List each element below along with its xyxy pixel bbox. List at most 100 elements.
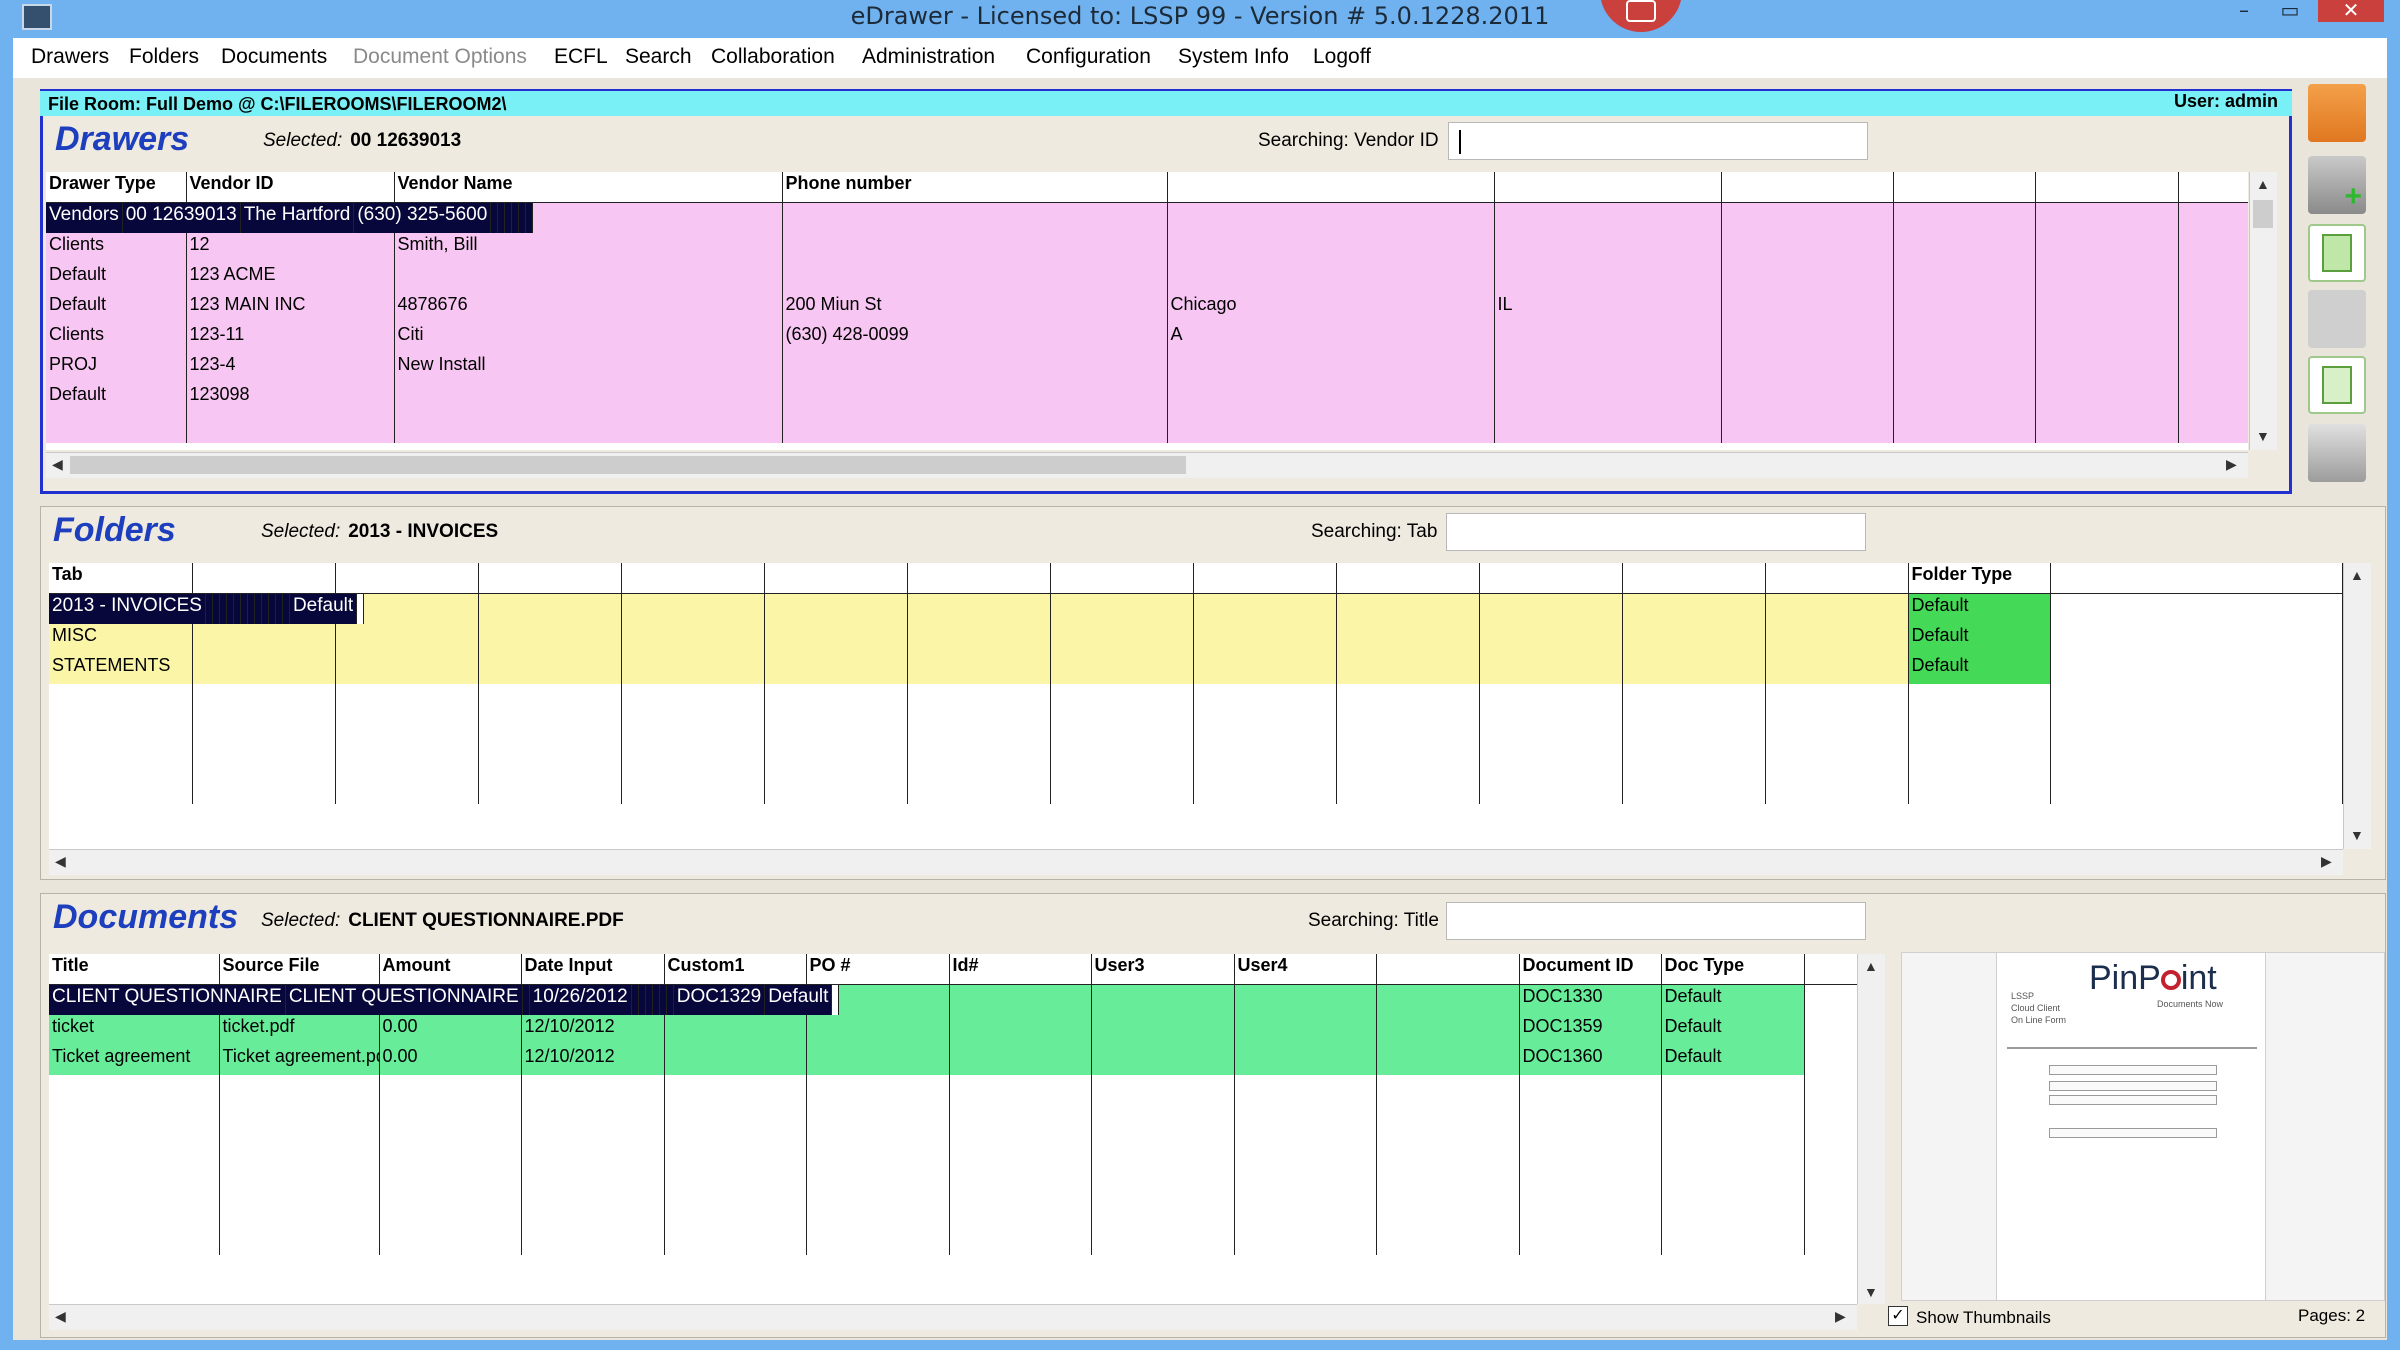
documents-row[interactable]: Ticket agreement Ticket agreement.pdf 0.00… bbox=[49, 1044, 1857, 1075]
folders-search-input[interactable] bbox=[1446, 513, 1866, 551]
folders-col-tab[interactable]: Tab bbox=[49, 563, 193, 594]
menu-drawers[interactable]: Drawers bbox=[31, 45, 109, 69]
folders-col[interactable] bbox=[1765, 563, 1909, 594]
documents-col-user4[interactable]: User4 bbox=[1234, 954, 1377, 985]
folders-col[interactable] bbox=[478, 563, 622, 594]
documents-vscroll[interactable]: ▲ ▼ bbox=[1857, 954, 1885, 1304]
drawers-row[interactable]: Default 123 MAIN INC 4878676 200 Miun St Chi… bbox=[46, 292, 2248, 323]
documents-search-input[interactable] bbox=[1446, 902, 1866, 940]
folders-col[interactable] bbox=[1336, 563, 1481, 594]
add-drawer-icon[interactable]: + bbox=[2308, 156, 2366, 214]
drawers-grid[interactable]: Drawer Type Vendor ID Vendor Name Phone … bbox=[46, 172, 2248, 450]
menu-folders[interactable]: Folders bbox=[129, 45, 199, 69]
folders-row[interactable]: MISC Default bbox=[49, 623, 2343, 654]
drawers-col-9[interactable] bbox=[2035, 172, 2179, 203]
folders-col[interactable] bbox=[1622, 563, 1767, 594]
drawers-col-10[interactable] bbox=[2178, 172, 2248, 203]
drawers-row[interactable]: Clients 12 Smith, Bill bbox=[46, 232, 2248, 263]
drawers-col-phone[interactable]: Phone number bbox=[782, 172, 1168, 203]
close-button[interactable]: ✕ bbox=[2318, 0, 2384, 22]
menu-configuration[interactable]: Configuration bbox=[1026, 45, 1151, 69]
folders-grid[interactable]: Tab Folder Type 2013 - INVOICESDefaultIN… bbox=[49, 563, 2343, 849]
documents-col-document-id[interactable]: Document ID bbox=[1519, 954, 1662, 985]
scroll-down-icon[interactable]: ▼ bbox=[2350, 827, 2364, 843]
minimize-button[interactable]: – bbox=[2232, 0, 2256, 22]
scroll-right-icon[interactable]: ▶ bbox=[1835, 1308, 1846, 1325]
scroll-right-icon[interactable]: ▶ bbox=[2321, 853, 2332, 870]
document-icon[interactable] bbox=[2308, 224, 2366, 282]
folders-col[interactable] bbox=[1479, 563, 1624, 594]
scroll-down-icon[interactable]: ▼ bbox=[1864, 1284, 1878, 1300]
folders-col[interactable] bbox=[192, 563, 336, 594]
folders-col[interactable] bbox=[907, 563, 1052, 594]
menu-ecfl[interactable]: ECFL bbox=[554, 45, 608, 69]
documents-col-blank[interactable] bbox=[1376, 954, 1520, 985]
folders-col[interactable] bbox=[335, 563, 479, 594]
note-icon[interactable] bbox=[2308, 356, 2366, 414]
menu-logoff[interactable]: Logoff bbox=[1313, 45, 1371, 69]
drawers-search-input[interactable] bbox=[1448, 122, 1868, 160]
documents-col-doc-type[interactable]: Doc Type bbox=[1661, 954, 1805, 985]
drawers-row[interactable]: Default 123 ACME bbox=[46, 262, 2248, 293]
documents-col-custom1[interactable]: Custom1 bbox=[664, 954, 807, 985]
drawers-hscroll-thumb[interactable] bbox=[70, 456, 1186, 474]
documents-col-amount[interactable]: Amount bbox=[379, 954, 522, 985]
scroll-left-icon[interactable]: ◀ bbox=[55, 1308, 66, 1325]
download-drawer-icon[interactable] bbox=[2308, 84, 2366, 142]
drawers-col-8[interactable] bbox=[1893, 172, 2036, 203]
scroll-right-icon[interactable]: ▶ bbox=[2226, 456, 2237, 473]
documents-col-title[interactable]: Title bbox=[49, 954, 220, 985]
scanner-icon[interactable] bbox=[2308, 424, 2366, 482]
documents-col-po[interactable]: PO # bbox=[806, 954, 950, 985]
drawers-col-5[interactable] bbox=[1167, 172, 1495, 203]
scroll-up-icon[interactable]: ▲ bbox=[1864, 958, 1878, 974]
folders-col[interactable] bbox=[1050, 563, 1195, 594]
folders-col[interactable] bbox=[2050, 563, 2343, 594]
drawers-col-vendor-name[interactable]: Vendor Name bbox=[394, 172, 783, 203]
drawers-vscroll-thumb[interactable] bbox=[2253, 200, 2273, 228]
scroll-left-icon[interactable]: ◀ bbox=[52, 456, 63, 473]
menu-documents[interactable]: Documents bbox=[221, 45, 327, 69]
menu-administration[interactable]: Administration bbox=[862, 45, 995, 69]
drawers-col-drawer-type[interactable]: Drawer Type bbox=[46, 172, 187, 203]
menu-search[interactable]: Search bbox=[625, 45, 692, 69]
drawers-row[interactable]: Default 123098 bbox=[46, 382, 2248, 413]
menu-system-info[interactable]: System Info bbox=[1178, 45, 1289, 69]
checkbox-checked-icon[interactable]: ✓ bbox=[1888, 1306, 1908, 1326]
scroll-up-icon[interactable]: ▲ bbox=[2350, 567, 2364, 583]
show-thumbnails-label[interactable]: Show Thumbnails bbox=[1916, 1308, 2051, 1328]
documents-col-user3[interactable]: User3 bbox=[1091, 954, 1235, 985]
drawers-row[interactable]: PROJ 123-4 New Install bbox=[46, 352, 2248, 383]
folders-hscroll[interactable]: ◀ ▶ bbox=[49, 849, 2343, 875]
scroll-left-icon[interactable]: ◀ bbox=[55, 853, 66, 870]
drawers-col-vendor-id[interactable]: Vendor ID bbox=[186, 172, 395, 203]
folders-col[interactable] bbox=[764, 563, 908, 594]
folders-col[interactable] bbox=[1193, 563, 1338, 594]
drawers-row[interactable]: Clients 123-11 Citi (630) 428-0099 A bbox=[46, 322, 2248, 353]
drawers-row[interactable]: Vendors 00 12639013 The Hartford (630) 325-… bbox=[46, 202, 534, 233]
folders-row[interactable]: STATEMENTS Default bbox=[49, 653, 2343, 684]
menu-collaboration[interactable]: Collaboration bbox=[711, 45, 835, 69]
folders-col[interactable] bbox=[621, 563, 765, 594]
scroll-up-icon[interactable]: ▲ bbox=[2256, 176, 2270, 192]
drawers-vscroll[interactable]: ▲ ▼ bbox=[2249, 172, 2277, 450]
documents-col-id[interactable]: Id# bbox=[949, 954, 1092, 985]
scroll-down-icon[interactable]: ▼ bbox=[2256, 428, 2270, 444]
drawers-col-7[interactable] bbox=[1721, 172, 1894, 203]
drawers-col-6[interactable] bbox=[1494, 172, 1722, 203]
documents-row[interactable]: CLIENT QUESTIONNAIRE CLIENT QUESTIONNAIRE… bbox=[49, 984, 840, 1015]
blank-icon[interactable] bbox=[2308, 290, 2366, 348]
documents-hscroll[interactable]: ◀ ▶ bbox=[49, 1304, 1857, 1330]
documents-col-end[interactable] bbox=[1804, 954, 1857, 985]
maximize-button[interactable]: ▭ bbox=[2278, 0, 2302, 22]
folders-vscroll[interactable]: ▲ ▼ bbox=[2343, 563, 2371, 849]
documents-col-source-file[interactable]: Source File bbox=[219, 954, 380, 985]
document-thumbnail[interactable]: PinP int Documents Now LSSP Cloud Client … bbox=[1996, 952, 2266, 1301]
menu-document-options[interactable]: Document Options bbox=[353, 45, 527, 69]
drawers-hscroll[interactable]: ◀ ▶ bbox=[46, 452, 2248, 478]
documents-grid[interactable]: Title Source File Amount Date Input Cust… bbox=[49, 954, 1857, 1304]
documents-col-date-input[interactable]: Date Input bbox=[521, 954, 665, 985]
folders-row[interactable]: INVOICESDefault bbox=[49, 593, 2343, 624]
folders-row[interactable]: 2013 - INVOICES Default bbox=[49, 593, 365, 624]
drawers-row[interactable] bbox=[46, 412, 2248, 443]
